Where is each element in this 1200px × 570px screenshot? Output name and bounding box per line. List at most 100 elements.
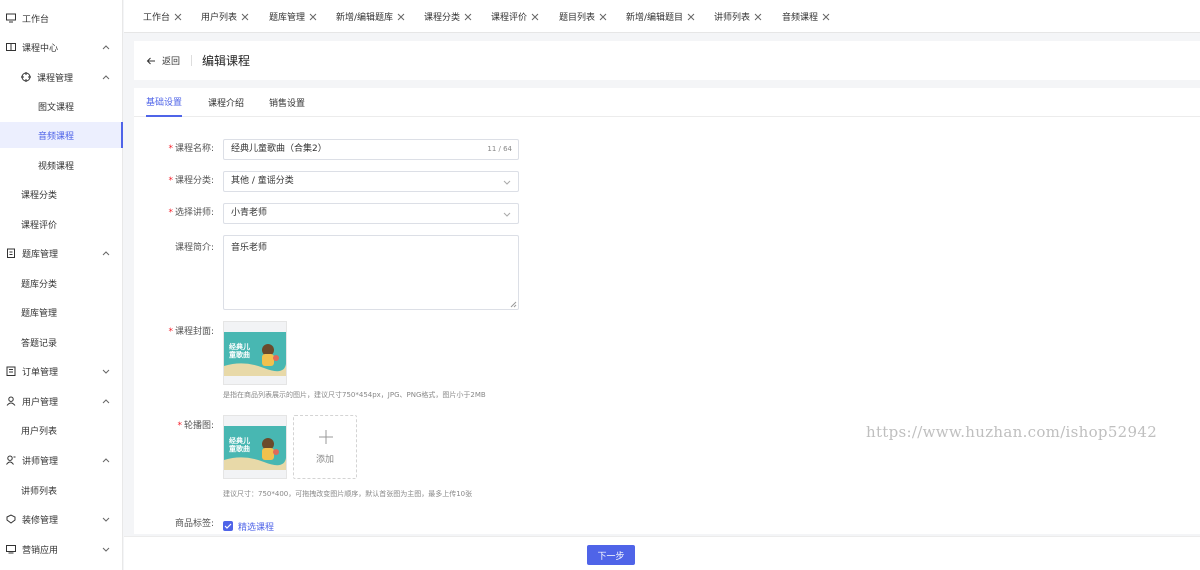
- intro-textarea[interactable]: 音乐老师: [223, 235, 519, 310]
- sidebar-item-label: 题库管理: [22, 249, 59, 260]
- teacher-value: 小青老师: [231, 208, 268, 218]
- tab-course-intro[interactable]: 课程介绍: [208, 88, 244, 117]
- close-icon[interactable]: [822, 13, 830, 21]
- decorate-icon: [6, 514, 16, 524]
- tab-label: 音频课程: [782, 13, 819, 23]
- page-title: 编辑课程: [202, 54, 251, 68]
- course-name-input[interactable]: 经典儿童歌曲（合集2） 11 / 64: [223, 139, 519, 160]
- tab-label: 课程分类: [424, 13, 461, 23]
- tab-label: 工作台: [143, 13, 171, 23]
- sidebar-item-label: 音频课程: [38, 131, 75, 142]
- close-icon[interactable]: [174, 13, 182, 21]
- arrow-left-icon: [146, 57, 155, 64]
- cover-thumbnail: 经典儿童歌曲: [224, 332, 286, 376]
- teacher-icon: [6, 455, 16, 465]
- page-header: 返回 编辑课程: [134, 41, 1200, 80]
- cover-title-text: 经典儿童歌曲: [229, 343, 250, 359]
- carousel-thumbnail: 经典儿童歌曲: [224, 426, 286, 470]
- sidebar: 工作台 课程中心 课程管理 图文课程 音频课程 视频课程 课程分类 课程评价 题…: [0, 0, 123, 570]
- chevron-up-icon: [102, 251, 110, 256]
- sidebar-item-label: 用户列表: [21, 426, 58, 437]
- tab-question-bank[interactable]: 题库管理: [269, 0, 317, 33]
- target-icon: [21, 72, 31, 82]
- sidebar-item-label: 图文课程: [38, 102, 75, 113]
- sidebar-item-question-bank[interactable]: 题库管理: [0, 240, 123, 266]
- sidebar-item-audio-course[interactable]: 音频课程: [0, 122, 123, 148]
- tab-audio-course[interactable]: 音频课程: [782, 0, 830, 33]
- close-icon[interactable]: [397, 13, 405, 21]
- tags-label: 商品标签:: [174, 519, 214, 529]
- tab-question-list[interactable]: 题目列表: [559, 0, 607, 33]
- sidebar-item-user-manage[interactable]: 用户管理: [0, 388, 123, 414]
- sidebar-item-label: 课程中心: [22, 43, 59, 54]
- sidebar-item-label: 课程分类: [21, 190, 58, 201]
- tab-course-category[interactable]: 课程分类: [424, 0, 472, 33]
- sidebar-item-answer-record[interactable]: 答题记录: [0, 329, 123, 355]
- back-button[interactable]: 返回: [146, 41, 180, 80]
- close-icon[interactable]: [241, 13, 249, 21]
- close-icon[interactable]: [531, 13, 539, 21]
- next-step-button[interactable]: 下一步: [587, 545, 635, 565]
- teacher-select[interactable]: 小青老师: [223, 203, 519, 224]
- tab-course-review[interactable]: 课程评价: [491, 0, 539, 33]
- book-icon: [6, 42, 16, 52]
- resize-handle-icon[interactable]: [510, 301, 517, 308]
- char-count: 11 / 64: [487, 145, 512, 153]
- tab-label: 新增/编辑题库: [336, 13, 394, 23]
- course-category-select[interactable]: 其他 / 童谣分类: [223, 171, 519, 192]
- close-icon[interactable]: [754, 13, 762, 21]
- tab-dashboard[interactable]: 工作台: [143, 0, 182, 33]
- clipboard-icon: [6, 248, 16, 258]
- course-category-value: 其他 / 童谣分类: [231, 176, 294, 186]
- tab-edit-question-bank[interactable]: 新增/编辑题库: [336, 0, 405, 33]
- sidebar-item-course-center[interactable]: 课程中心: [0, 34, 123, 60]
- tab-basic-settings[interactable]: 基础设置: [146, 88, 183, 117]
- header-divider: [191, 55, 192, 66]
- sidebar-item-question-manage[interactable]: 题库管理: [0, 299, 123, 325]
- sidebar-item-video-course[interactable]: 视频课程: [0, 152, 123, 178]
- sidebar-item-label: 讲师列表: [21, 486, 58, 497]
- sidebar-item-teacher-manage[interactable]: 讲师管理: [0, 447, 123, 473]
- teacher-label: * 选择讲师:: [168, 208, 214, 218]
- sidebar-item-label: 用户管理: [22, 397, 59, 408]
- sidebar-item-label: 课程评价: [21, 220, 58, 231]
- add-label: 添加: [315, 455, 334, 465]
- tab-teacher-list[interactable]: 讲师列表: [714, 0, 762, 33]
- monitor-icon: [6, 13, 16, 23]
- sidebar-item-course-manage[interactable]: 课程管理: [0, 64, 123, 90]
- plus-icon: [319, 430, 333, 444]
- sidebar-item-user-list[interactable]: 用户列表: [0, 417, 123, 443]
- sidebar-item-label: 讲师管理: [22, 456, 59, 467]
- intro-value: 音乐老师: [231, 243, 268, 253]
- sidebar-item-teacher-list[interactable]: 讲师列表: [0, 477, 123, 503]
- cover-image[interactable]: 经典儿童歌曲: [223, 321, 287, 385]
- featured-checkbox[interactable]: [223, 521, 233, 531]
- close-icon[interactable]: [464, 13, 472, 21]
- add-carousel-button[interactable]: 添加: [293, 415, 357, 479]
- carousel-image[interactable]: 经典儿童歌曲: [223, 415, 287, 479]
- tab-edit-question[interactable]: 新增/编辑题目: [626, 0, 695, 33]
- tab-user-list[interactable]: 用户列表: [201, 0, 249, 33]
- sidebar-item-marketing[interactable]: 营销应用: [0, 536, 123, 562]
- sidebar-item-decoration[interactable]: 装修管理: [0, 506, 123, 532]
- sidebar-item-course-review[interactable]: 课程评价: [0, 211, 123, 237]
- sidebar-item-label: 题库管理: [21, 308, 58, 319]
- close-icon[interactable]: [309, 13, 317, 21]
- chevron-down-icon: [503, 180, 511, 185]
- sidebar-item-label: 装修管理: [22, 515, 59, 526]
- check-icon: [224, 523, 232, 529]
- order-icon: [6, 366, 16, 376]
- sidebar-item-label: 题库分类: [21, 279, 58, 290]
- sidebar-item-order-manage[interactable]: 订单管理: [0, 358, 123, 384]
- close-icon[interactable]: [687, 13, 695, 21]
- tab-label: 课程评价: [491, 13, 528, 23]
- sidebar-item-article-course[interactable]: 图文课程: [0, 93, 123, 119]
- close-icon[interactable]: [599, 13, 607, 21]
- featured-checkbox-label[interactable]: 精选课程: [238, 520, 274, 533]
- sidebar-item-label: 工作台: [22, 14, 50, 25]
- sidebar-item-dashboard[interactable]: 工作台: [0, 5, 123, 31]
- course-name-label: * 课程名称:: [168, 144, 214, 154]
- sidebar-item-course-category[interactable]: 课程分类: [0, 181, 123, 207]
- tab-sales-settings[interactable]: 销售设置: [269, 88, 305, 117]
- sidebar-item-question-category[interactable]: 题库分类: [0, 270, 123, 296]
